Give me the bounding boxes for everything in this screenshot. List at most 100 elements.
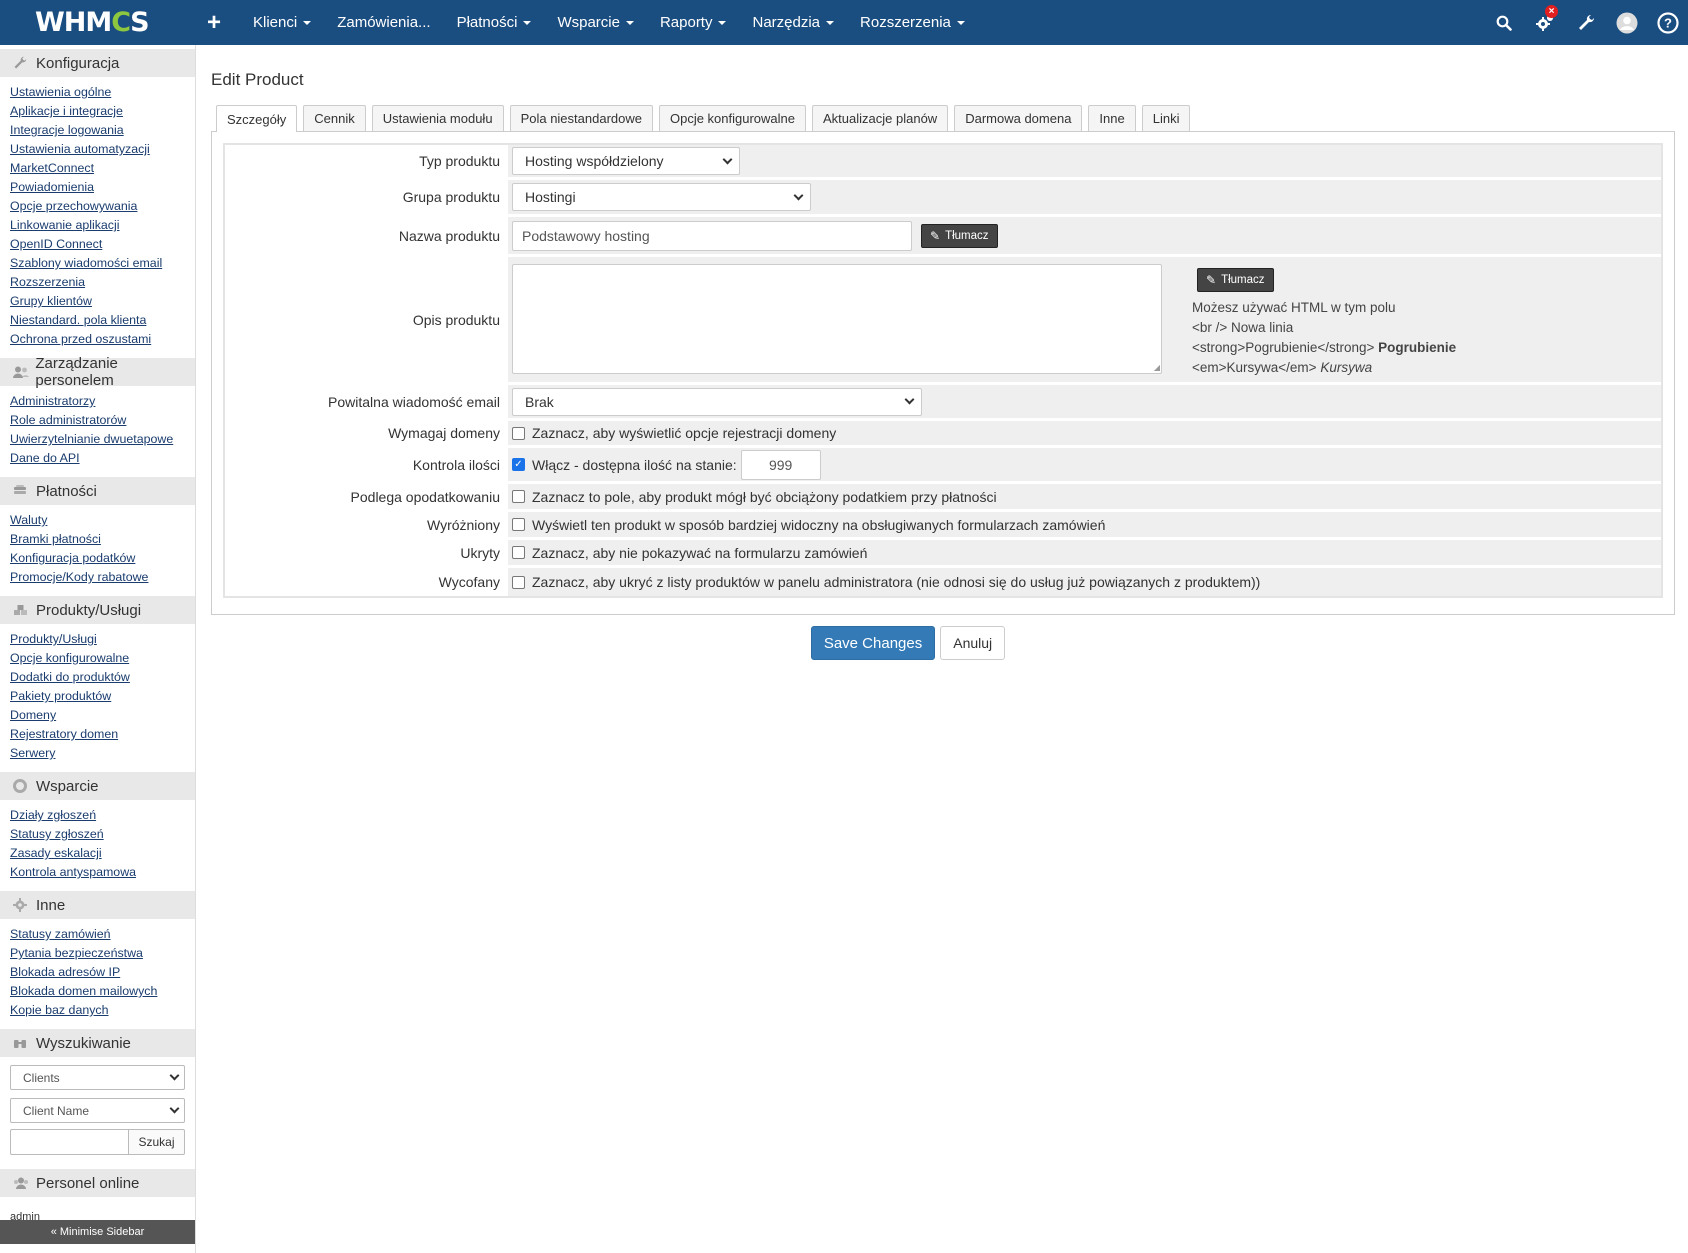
featured-checkbox[interactable] (512, 518, 525, 531)
sidebar-link[interactable]: Ochrona przed oszustami (10, 330, 195, 349)
help-line: <br /> Nowa linia (1192, 320, 1294, 335)
require-domain-checkbox[interactable] (512, 426, 525, 440)
sidebar-link[interactable]: Działy zgłoszeń (10, 806, 195, 825)
whmcs-logo[interactable]: WHM C S (0, 0, 200, 45)
sidebar-link[interactable]: Ustawienia automatyzacji (10, 140, 195, 159)
product-group-select[interactable]: Hostingi (512, 183, 811, 211)
product-type-select[interactable]: Hosting współdzielony (512, 147, 740, 175)
hidden-checkbox[interactable] (512, 546, 525, 559)
sidebar-link[interactable]: Linkowanie aplikacji (10, 216, 195, 235)
translate-description-button[interactable]: ✎ Tłumacz (1197, 268, 1274, 292)
search-icon[interactable] (1483, 0, 1524, 45)
nav-narzedzia[interactable]: Narzędzia (739, 0, 847, 45)
sidebar-link[interactable]: Rejestratory domen (10, 725, 195, 744)
stock-control-checkbox[interactable]: ✓ (512, 458, 525, 471)
sidebar-link[interactable]: Pakiety produktów (10, 687, 195, 706)
chevron-down-icon (169, 1070, 180, 1081)
sidebar-link[interactable]: Produkty/Usługi (10, 630, 195, 649)
user-avatar-icon[interactable] (1606, 0, 1647, 45)
sidebar-link[interactable]: Ustawienia ogólne (10, 83, 195, 102)
welcome-email-select[interactable]: Brak (512, 387, 922, 416)
sidebar-link[interactable]: Blokada domen mailowych (10, 982, 195, 1001)
tab-linki[interactable]: Linki (1141, 105, 1191, 131)
sidebar-links-konfiguracja: Ustawienia ogólne Aplikacje i integracje… (0, 77, 195, 355)
tab-pola-niestandardowe[interactable]: Pola niestandardowe (509, 105, 653, 131)
wrench-icon (13, 56, 33, 70)
nav-klienci[interactable]: Klienci (240, 0, 324, 45)
add-icon[interactable]: + (201, 9, 227, 37)
sidebar-link[interactable]: Promocje/Kody rabatowe (10, 568, 195, 587)
sidebar-link[interactable]: Rozszerzenia (10, 273, 195, 292)
form-row-featured: Wyróżniony Wyświetl ten produkt w sposób… (225, 512, 1661, 540)
tab-opcje-konfigurowalne[interactable]: Opcje konfigurowalne (658, 105, 807, 131)
nav-zamowienia[interactable]: Zamówienia... (324, 0, 443, 45)
sidebar-link[interactable]: Statusy zamówień (10, 925, 195, 944)
sidebar-link[interactable]: Statusy zgłoszeń (10, 825, 195, 844)
sidebar-link[interactable]: Aplikacje i integracje (10, 102, 195, 121)
html-help: ✎ Tłumacz Możesz używać HTML w tym polu <… (1162, 264, 1456, 378)
tab-aktualizacje-planow[interactable]: Aktualizacje planów (812, 105, 949, 131)
sidebar-link[interactable]: Szablony wiadomości email (10, 254, 195, 273)
product-description-textarea[interactable]: ◢ (512, 264, 1162, 374)
cogs-icon[interactable]: × (1524, 0, 1565, 45)
sidebar-link[interactable]: Bramki płatności (10, 530, 195, 549)
nav-platnosci[interactable]: Płatności (444, 0, 545, 45)
svg-text:?: ? (1664, 15, 1672, 30)
tab-cennik[interactable]: Cennik (303, 105, 366, 131)
sidebar-section-platnosci: Płatności (0, 477, 195, 505)
retired-checkbox[interactable] (512, 575, 525, 589)
sidebar-link[interactable]: Administratorzy (10, 392, 195, 411)
tab-darmowa-domena[interactable]: Darmowa domena (954, 105, 1083, 131)
sidebar-link[interactable]: MarketConnect (10, 159, 195, 178)
chevron-down-icon (722, 154, 733, 164)
form-row-product-type: Typ produktu Hosting współdzielony (225, 145, 1661, 180)
save-changes-button[interactable]: Save Changes (810, 626, 936, 660)
nav-wsparcie[interactable]: Wsparcie (544, 0, 647, 45)
sidebar-link[interactable]: Waluty (10, 511, 195, 530)
taxable-checkbox[interactable] (512, 490, 525, 503)
sidebar-section-wsparcie: Wsparcie (0, 772, 195, 800)
help-icon[interactable]: ? (1647, 0, 1688, 45)
search-field-select[interactable]: Client Name (10, 1098, 185, 1123)
resize-grip-icon[interactable]: ◢ (1154, 364, 1160, 372)
cancel-button[interactable]: Anuluj (940, 626, 1006, 660)
sidebar-link[interactable]: Pytania bezpieczeństwa (10, 944, 195, 963)
search-type-select[interactable]: Clients (10, 1065, 185, 1090)
sidebar-link[interactable]: Zasady eskalacji (10, 844, 195, 863)
nav-raporty[interactable]: Raporty (647, 0, 740, 45)
sidebar-link[interactable]: Integracje logowania (10, 121, 195, 140)
search-input[interactable] (10, 1129, 128, 1155)
tab-szczegoly[interactable]: Szczegóły (216, 105, 298, 132)
sidebar-link[interactable]: Kontrola antyspamowa (10, 863, 195, 882)
tab-inne[interactable]: Inne (1088, 105, 1136, 131)
tab-ustawienia-modulu[interactable]: Ustawienia modułu (371, 105, 504, 131)
sidebar-link[interactable]: Domeny (10, 706, 195, 725)
sidebar-link[interactable]: Opcje konfigurowalne (10, 649, 195, 668)
cubes-icon (13, 604, 33, 616)
help-line: Możesz używać HTML w tym polu (1192, 300, 1396, 315)
product-name-input[interactable]: Podstawowy hosting (512, 220, 912, 251)
sidebar-link[interactable]: Dodatki do produktów (10, 668, 195, 687)
wrench-icon[interactable] (1565, 0, 1606, 45)
sidebar-link[interactable]: Dane do API (10, 449, 195, 468)
field-label: Ukryty (460, 544, 500, 561)
translate-name-button[interactable]: ✎ Tłumacz (921, 223, 998, 248)
sidebar-link[interactable]: Role administratorów (10, 411, 195, 430)
sidebar-link[interactable]: Konfiguracja podatków (10, 549, 195, 568)
sidebar-link[interactable]: Powiadomienia (10, 178, 195, 197)
product-form: Typ produktu Hosting współdzielony Grupa… (223, 143, 1663, 598)
sidebar-link[interactable]: Grupy klientów (10, 292, 195, 311)
search-button[interactable]: Szukaj (128, 1129, 185, 1155)
logo-text-end: S (130, 7, 149, 38)
sidebar-link[interactable]: Niestandard. pola klienta (10, 311, 195, 330)
minimise-sidebar-button[interactable]: « Minimise Sidebar (0, 1220, 195, 1244)
sidebar-link[interactable]: Serwery (10, 744, 195, 763)
sidebar-link[interactable]: Blokada adresów IP (10, 963, 195, 982)
sidebar-link[interactable]: Opcje przechowywania (10, 197, 195, 216)
nav-rozszerzenia[interactable]: Rozszerzenia (847, 0, 978, 45)
sidebar-link[interactable]: Uwierzytelnianie dwuetapowe (10, 430, 195, 449)
sidebar-link[interactable]: OpenID Connect (10, 235, 195, 254)
sidebar-link[interactable]: Kopie baz danych (10, 1001, 195, 1020)
logo-gear: C (111, 7, 131, 38)
stock-quantity-input[interactable]: 999 (740, 449, 821, 480)
